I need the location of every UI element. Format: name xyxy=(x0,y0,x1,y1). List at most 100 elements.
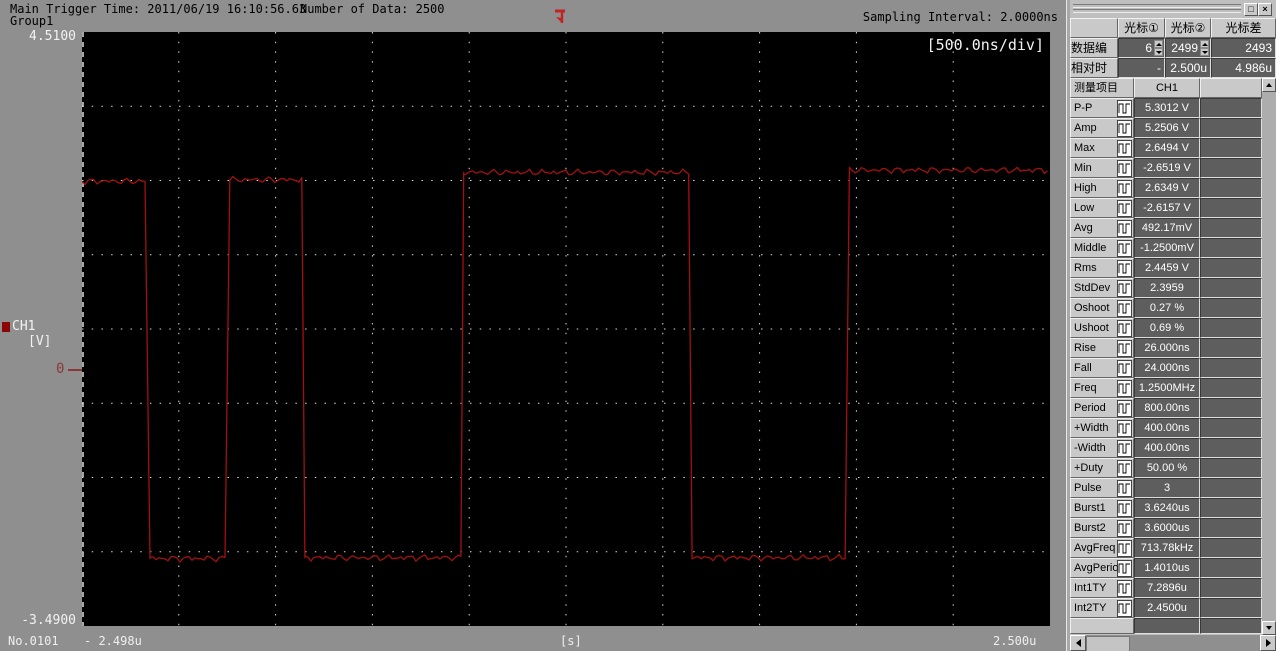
measure-item-label[interactable]: Low xyxy=(1070,198,1134,218)
measure-item-label[interactable]: StdDev xyxy=(1070,278,1134,298)
measure-item-label[interactable]: Rms xyxy=(1070,258,1134,278)
x-axis-left-label: - 2.498u xyxy=(84,634,142,648)
measure-value-empty xyxy=(1134,618,1200,634)
cursor-column-header: 光标① xyxy=(1118,18,1165,38)
scroll-up-button[interactable] xyxy=(1262,78,1276,92)
measure-value: 400.00ns xyxy=(1134,418,1200,438)
measure-item-label[interactable]: +Width xyxy=(1070,418,1134,438)
measure-row: Freq1.2500MHz xyxy=(1070,378,1262,398)
cursor-value-cell: 2499 xyxy=(1165,38,1211,58)
cursor-spinner[interactable] xyxy=(1200,40,1209,56)
measure-empty-cell xyxy=(1200,598,1262,618)
horizontal-scroll-thumb[interactable] xyxy=(1086,636,1130,651)
measure-item-label[interactable]: -Width xyxy=(1070,438,1134,458)
spinner-up-icon[interactable] xyxy=(1200,40,1209,48)
measure-item-icon xyxy=(1117,320,1132,337)
measure-item-label[interactable]: Burst2 xyxy=(1070,518,1134,538)
spinner-down-icon[interactable] xyxy=(1154,48,1163,56)
measure-empty-cell xyxy=(1200,198,1262,218)
measure-item-label[interactable]: Middle xyxy=(1070,238,1134,258)
cursor-table: 光标①光标②光标差数据编号624992493相对时间- 2.486u2.500u… xyxy=(1070,18,1276,78)
zero-level-tick xyxy=(68,369,82,371)
scroll-right-button[interactable] xyxy=(1260,635,1276,651)
measure-items-header: 测量项目 xyxy=(1070,78,1134,98)
triangle-left-icon xyxy=(1076,639,1081,647)
measure-row: AvgPeriod1.4010us xyxy=(1070,558,1262,578)
measure-empty-cell xyxy=(1200,178,1262,198)
measure-item-icon xyxy=(1117,340,1132,357)
measure-value: 2.6349 V xyxy=(1134,178,1200,198)
measure-empty-cell xyxy=(1200,418,1262,438)
triangle-down-icon xyxy=(1266,626,1272,630)
measure-item-icon xyxy=(1117,180,1132,197)
measure-empty-cell xyxy=(1200,478,1262,498)
measure-row: Middle-1.2500mV xyxy=(1070,238,1262,258)
cursor-spinner[interactable] xyxy=(1154,40,1163,56)
scroll-down-button[interactable] xyxy=(1262,621,1276,635)
measure-item-label[interactable]: Period xyxy=(1070,398,1134,418)
cursor-value-cell: 2.500u xyxy=(1165,58,1211,78)
measure-empty-cell xyxy=(1200,618,1262,634)
triangle-up-icon xyxy=(1266,83,1272,87)
measure-item-label[interactable]: P-P xyxy=(1070,98,1134,118)
measure-empty-cell xyxy=(1200,498,1262,518)
measure-row: P-P5.3012 V xyxy=(1070,98,1262,118)
measure-item-label[interactable]: Avg xyxy=(1070,218,1134,238)
measure-item-label[interactable]: Int2TY xyxy=(1070,598,1134,618)
measure-item-label[interactable]: +Duty xyxy=(1070,458,1134,478)
close-button[interactable]: × xyxy=(1258,3,1272,16)
scroll-left-button[interactable] xyxy=(1070,635,1086,651)
measure-value: 3 xyxy=(1134,478,1200,498)
measure-item-icon xyxy=(1117,560,1132,577)
horizontal-scrollbar[interactable] xyxy=(1070,635,1276,651)
measure-item-label-empty xyxy=(1070,618,1134,634)
measure-row: Pulse3 xyxy=(1070,478,1262,498)
splitter-groove xyxy=(1073,4,1241,8)
measure-item-label[interactable]: Amp xyxy=(1070,118,1134,138)
measure-item-label[interactable]: Pulse xyxy=(1070,478,1134,498)
measure-item-icon xyxy=(1117,260,1132,277)
waveform-display[interactable]: [500.0ns/div] xyxy=(82,32,1050,626)
measure-item-label[interactable]: Min xyxy=(1070,158,1134,178)
vertical-scrollbar[interactable] xyxy=(1262,78,1276,635)
measure-value: 2.6494 V xyxy=(1134,138,1200,158)
measure-item-label[interactable]: Max xyxy=(1070,138,1134,158)
measure-row: AvgFreq713.78kHz xyxy=(1070,538,1262,558)
spinner-up-icon[interactable] xyxy=(1154,40,1163,48)
measure-value: 0.69 % xyxy=(1134,318,1200,338)
measure-item-label[interactable]: AvgPeriod xyxy=(1070,558,1134,578)
measure-row: Max2.6494 V xyxy=(1070,138,1262,158)
measure-row: -Width400.00ns xyxy=(1070,438,1262,458)
maximize-button[interactable]: □ xyxy=(1244,3,1258,16)
measure-item-label[interactable]: Oshoot xyxy=(1070,298,1134,318)
trigger-position-icon[interactable] xyxy=(552,9,568,26)
cursor-column-header: 光标② xyxy=(1165,18,1211,38)
measure-item-label[interactable]: Burst1 xyxy=(1070,498,1134,518)
measure-item-icon xyxy=(1117,220,1132,237)
measure-item-label[interactable]: AvgFreq xyxy=(1070,538,1134,558)
measure-row: Ushoot0.69 % xyxy=(1070,318,1262,338)
triangle-right-icon xyxy=(1266,639,1271,647)
measure-empty-cell xyxy=(1200,338,1262,358)
measure-item-icon xyxy=(1117,240,1132,257)
measure-empty-cell xyxy=(1200,278,1262,298)
measure-value: 24.000ns xyxy=(1134,358,1200,378)
waveform-plot-svg xyxy=(82,32,1050,626)
cursor-value-cell: 6 xyxy=(1118,38,1165,58)
measure-item-label[interactable]: High xyxy=(1070,178,1134,198)
y-axis-min-label: -3.4900 xyxy=(0,613,76,628)
measure-value: 5.2506 V xyxy=(1134,118,1200,138)
measure-row: Low-2.6157 V xyxy=(1070,198,1262,218)
measure-empty-cell xyxy=(1200,158,1262,178)
measure-item-label[interactable]: Ushoot xyxy=(1070,318,1134,338)
measure-item-label[interactable]: Rise xyxy=(1070,338,1134,358)
measure-item-icon xyxy=(1117,200,1132,217)
cursor-column-header: 光标差 xyxy=(1211,18,1276,38)
cursor-corner-cell xyxy=(1070,18,1118,38)
measure-item-label[interactable]: Fall xyxy=(1070,358,1134,378)
top-info-bar: Main Trigger Time: 2011/06/19 16:10:56.6… xyxy=(0,0,1066,30)
measure-empty-cell xyxy=(1200,558,1262,578)
measure-item-label[interactable]: Freq xyxy=(1070,378,1134,398)
spinner-down-icon[interactable] xyxy=(1200,48,1209,56)
measure-item-label[interactable]: Int1TY xyxy=(1070,578,1134,598)
